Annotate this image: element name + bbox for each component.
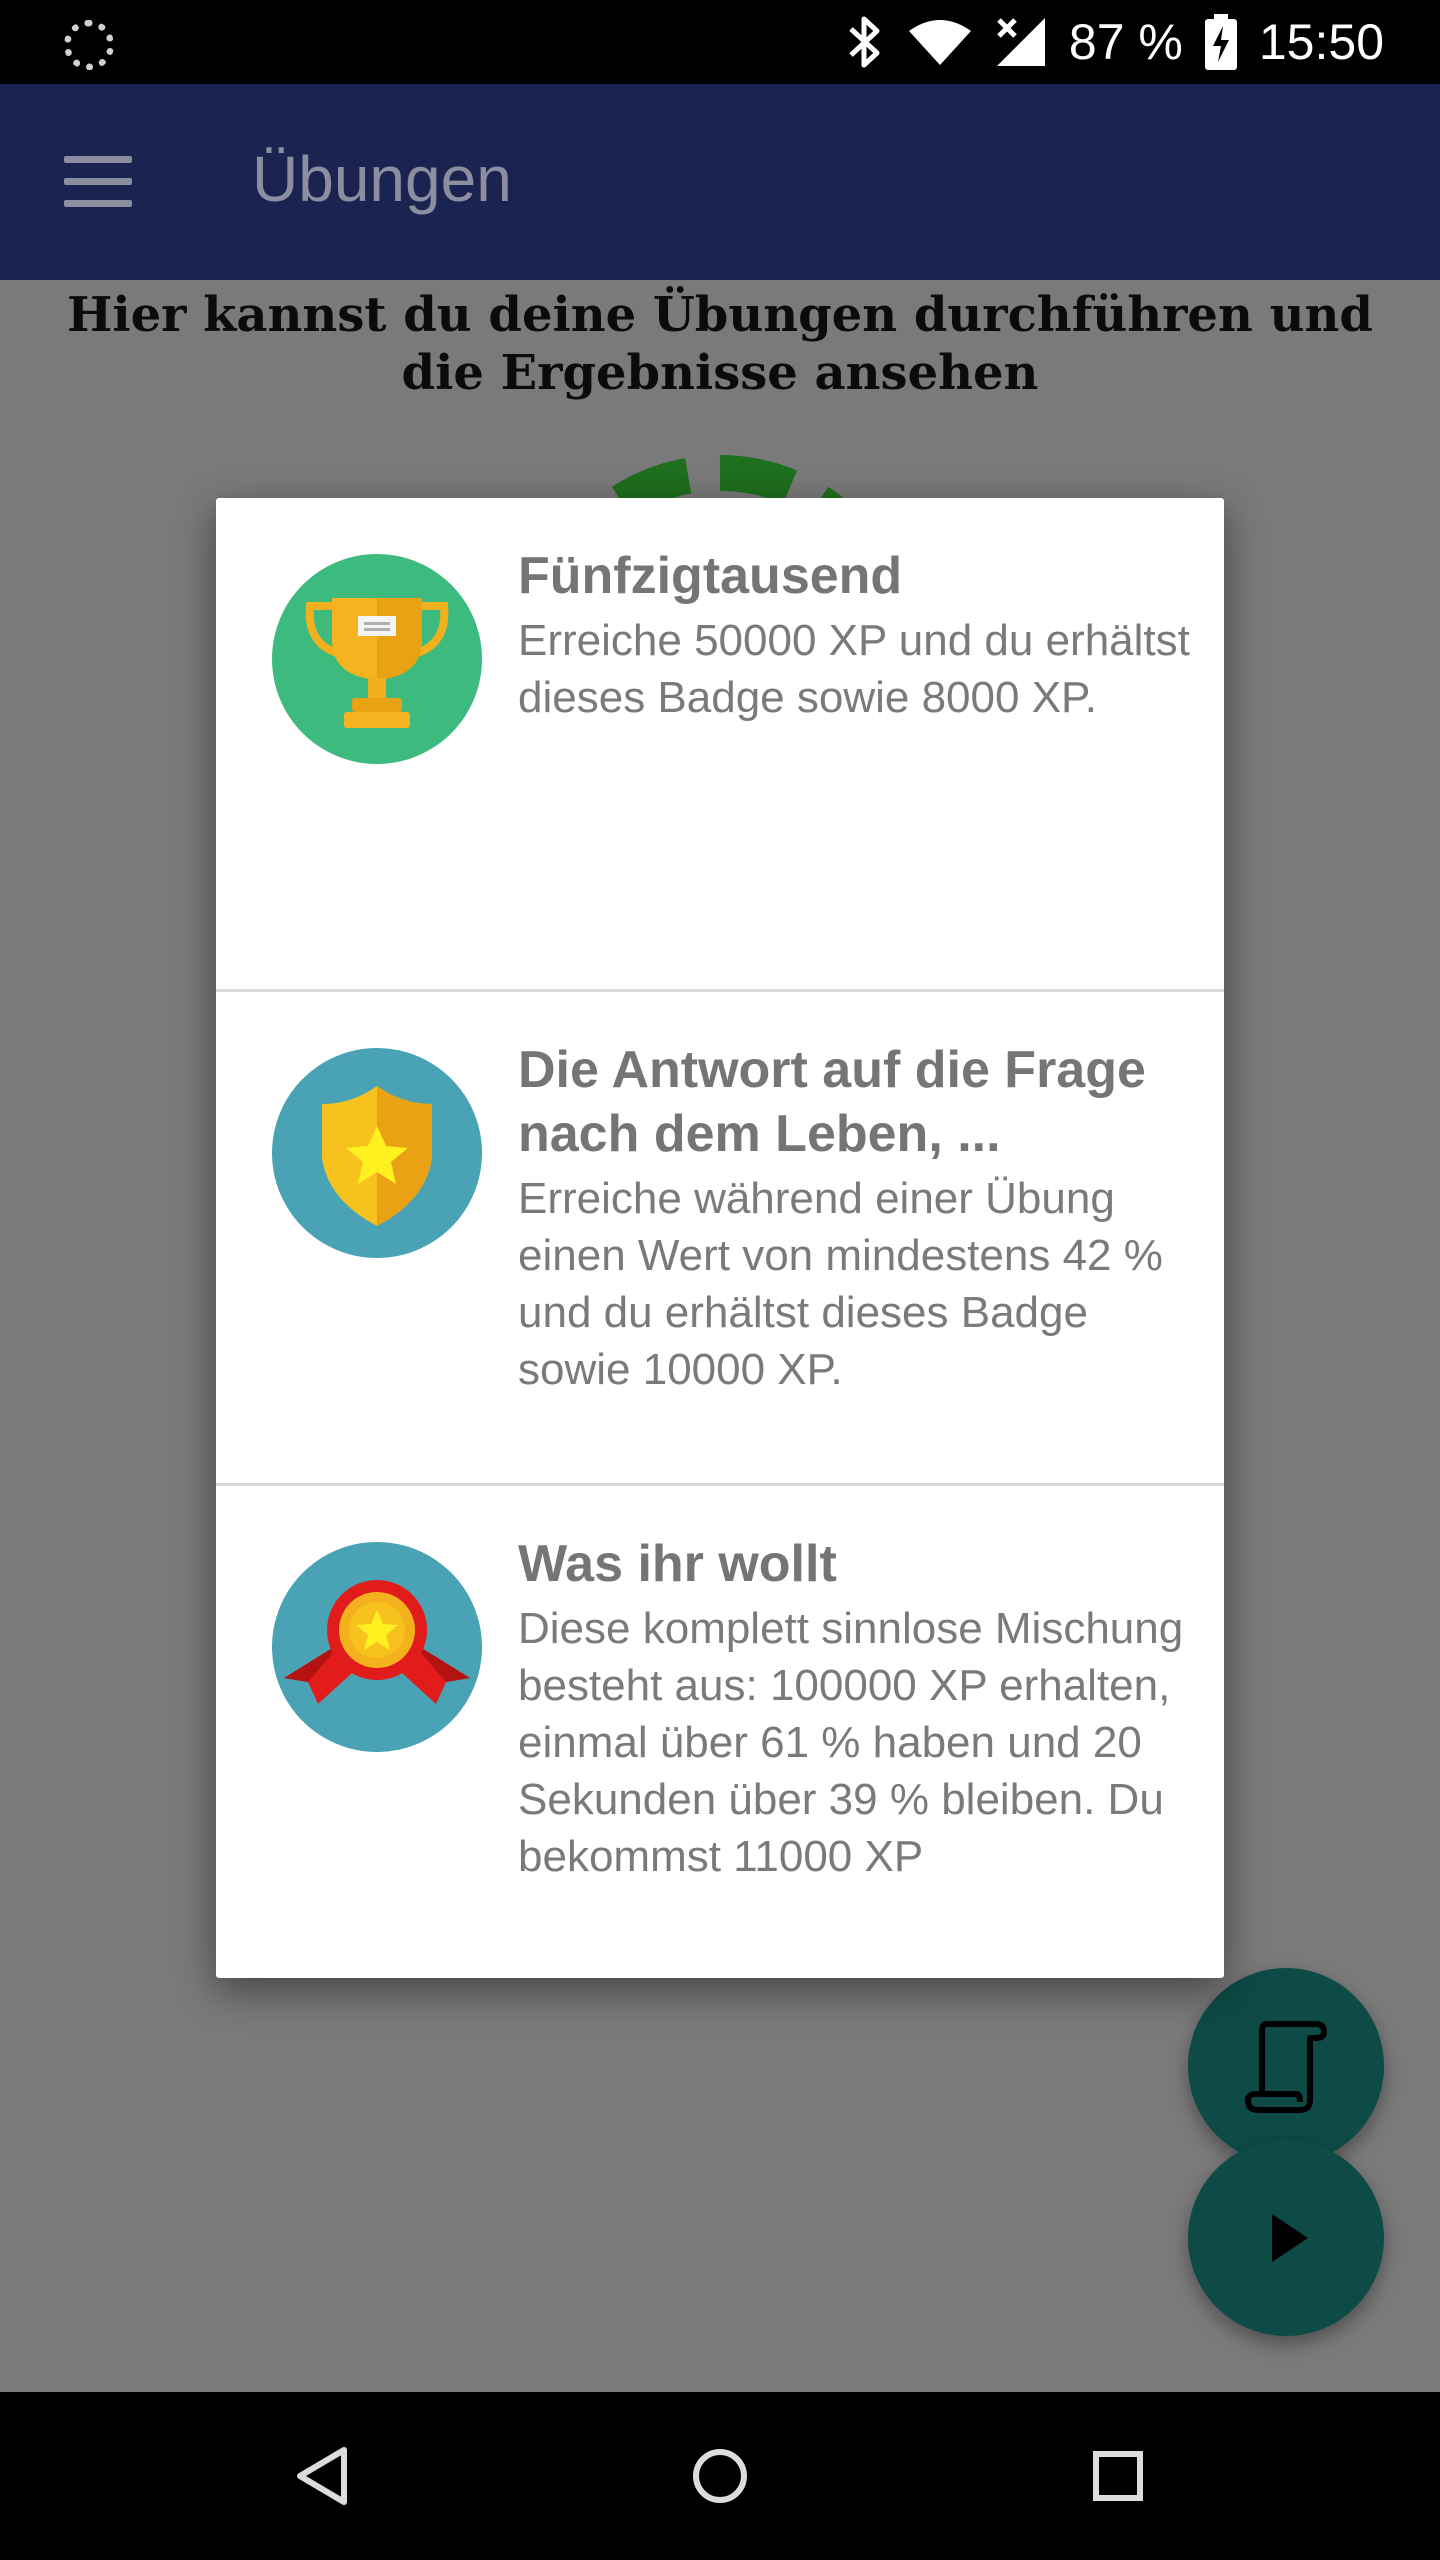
badge-item[interactable]: Die Antwort auf die Frage nach dem Leben… (216, 992, 1224, 1486)
recent-apps-button[interactable] (1078, 2436, 1158, 2516)
badge-title: Fünfzigtausend (518, 547, 903, 605)
badge-item[interactable]: Fünfzigtausend Erreiche 50000 XP und du … (216, 498, 1224, 992)
battery-charging-icon (1204, 14, 1237, 70)
scroll-fab-button[interactable] (1188, 1968, 1384, 2164)
badge-title: Die Antwort auf die Frage nach dem Leben… (518, 1041, 1146, 1163)
ribbon-medal-icon (272, 1542, 482, 1752)
hamburger-menu-icon[interactable] (64, 156, 132, 208)
cell-signal-icon (996, 18, 1045, 66)
app-bar: Übungen (0, 84, 1440, 280)
play-icon (1272, 2214, 1308, 2262)
trophy-icon (272, 554, 482, 764)
badge-title: Was ihr wollt (518, 1535, 837, 1593)
intro-text: Hier kannst du deine Übungen durchführen… (67, 287, 1373, 401)
back-button[interactable] (282, 2436, 362, 2516)
back-triangle-icon (297, 2447, 347, 2505)
badges-dialog: Fünfzigtausend Erreiche 50000 XP und du … (216, 498, 1224, 1978)
bluetooth-icon (849, 16, 880, 68)
badge-description: Diese komplett sinnlose Mischung besteht… (518, 1604, 1184, 1881)
badge-item[interactable]: Was ihr wollt Diese komplett sinnlose Mi… (216, 1486, 1224, 1972)
scroll-icon (1245, 2021, 1327, 2113)
wifi-icon (908, 20, 971, 65)
status-bar: 87 % 15:50 (0, 0, 1440, 84)
shield-star-icon (272, 1048, 482, 1258)
battery-percent: 87 % (1068, 14, 1183, 70)
system-navigation-bar (0, 2392, 1440, 2560)
clock: 15:50 (1258, 14, 1384, 70)
badge-description: Erreiche 50000 XP und du erhältst dieses… (518, 616, 1190, 722)
page-title: Übungen (252, 143, 512, 215)
home-button[interactable] (680, 2436, 760, 2516)
sync-spinner-icon (64, 20, 114, 70)
start-exercise-fab-button[interactable] (1188, 2140, 1384, 2336)
recent-square-icon (1093, 2451, 1143, 2501)
badge-description: Erreiche während einer Übung einen Wert … (518, 1174, 1163, 1394)
home-circle-icon (693, 2449, 747, 2503)
status-icons: 87 % 15:50 (845, 0, 1384, 84)
